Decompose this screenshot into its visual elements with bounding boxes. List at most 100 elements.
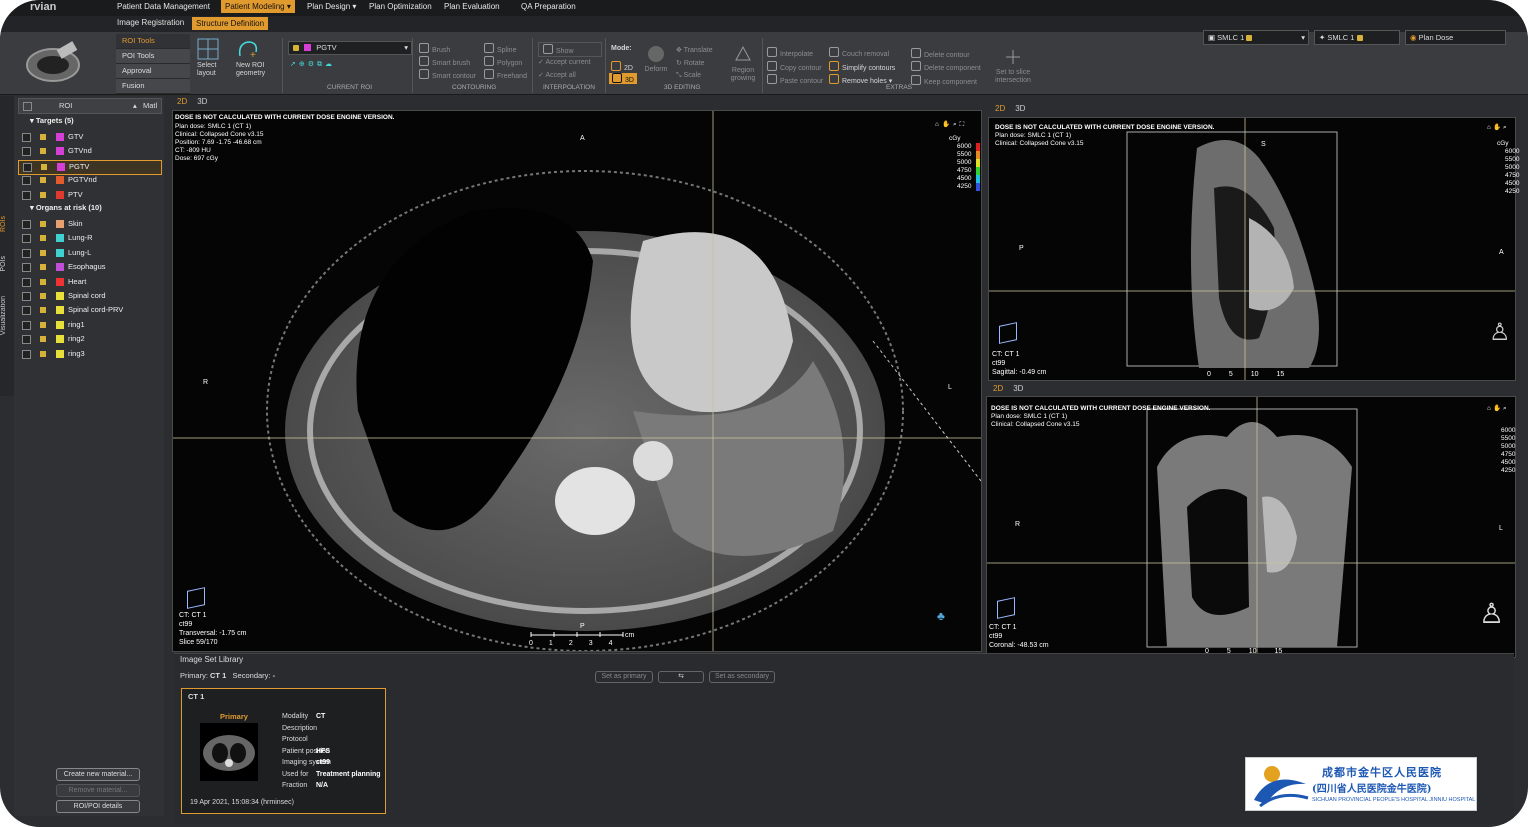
zoom-icon[interactable]: ⌕	[1503, 124, 1509, 131]
menu-poi-tools[interactable]: POI Tools	[116, 49, 190, 64]
visibility-checkbox[interactable]	[23, 162, 32, 172]
vtab-visualization[interactable]: Visualization	[0, 296, 14, 335]
menu-approval[interactable]: Approval	[116, 64, 190, 79]
vtab-pois[interactable]: POIs	[0, 256, 14, 272]
scale-button[interactable]: ⤡ Scale	[676, 72, 701, 80]
tab-2d[interactable]: 2D	[995, 104, 1005, 113]
visibility-checkbox[interactable]	[22, 220, 31, 229]
orientation-cube-icon[interactable]	[999, 322, 1017, 344]
region-growing-button[interactable]: Region growing	[728, 44, 758, 83]
lock-icon[interactable]	[40, 191, 46, 198]
tab-patient-modeling[interactable]: Patient Modeling ▾	[221, 0, 295, 13]
roi-row[interactable]: Spinal cord-PRV	[18, 304, 160, 317]
interpolate-button[interactable]: Interpolate	[767, 47, 813, 58]
lock-icon[interactable]	[40, 148, 46, 155]
coronal-viewport[interactable]: DOSE IS NOT CALCULATED WITH CURRENT DOSE…	[986, 396, 1516, 658]
visibility-checkbox[interactable]	[22, 190, 31, 200]
visibility-checkbox[interactable]	[22, 248, 31, 258]
sagittal-viewport[interactable]: DOSE IS NOT CALCULATED WITH CURRENT DOSE…	[988, 117, 1519, 381]
current-roi-select[interactable]: PGTV ▾	[288, 41, 412, 55]
tab-3d[interactable]: 3D	[197, 97, 207, 106]
tab-structure-definition[interactable]: Structure Definition	[192, 17, 269, 30]
delete-contour-button[interactable]: Delete contour	[911, 48, 970, 59]
set-as-primary-button[interactable]: Set as primary	[595, 671, 653, 683]
zoom-icon[interactable]: ⌕	[953, 121, 960, 128]
tab-qa-preparation[interactable]: QA Preparation	[521, 2, 576, 11]
roi-group-header[interactable]: ▾ Organs at risk (10)	[30, 203, 102, 212]
tab-3d[interactable]: 3D	[1013, 384, 1023, 393]
swap-icon[interactable]: ⇆	[658, 671, 704, 683]
interp-show-toggle[interactable]: Show	[538, 42, 602, 57]
lock-icon[interactable]	[40, 293, 46, 299]
roi-poi-details-button[interactable]: ROI/POI details	[56, 800, 140, 813]
remove-holes-button[interactable]: Remove holes ▾	[829, 74, 892, 85]
plan-dose-button[interactable]: ◉ Plan Dose	[1405, 30, 1506, 45]
translate-button[interactable]: ✥ Translate	[676, 46, 713, 54]
roi-column-header[interactable]: ROI	[59, 101, 72, 110]
sort-icon[interactable]: ▴	[133, 101, 137, 110]
fullscreen-icon[interactable]: ⛶	[960, 121, 968, 128]
accept-all-button[interactable]: ✓ Accept all	[538, 71, 576, 79]
simplify-contours-button[interactable]: Simplify contours	[829, 61, 895, 72]
visibility-checkbox[interactable]	[22, 263, 31, 273]
lock-icon[interactable]	[41, 163, 47, 170]
roi-row[interactable]: PTV	[18, 189, 160, 202]
set-as-secondary-button[interactable]: Set as secondary	[709, 671, 775, 683]
roi-row[interactable]: PGTVnd	[18, 174, 160, 187]
tab-image-registration[interactable]: Image Registration	[117, 18, 184, 27]
roi-row[interactable]: ring1	[18, 319, 160, 332]
lock-icon[interactable]	[40, 321, 46, 328]
keep-component-button[interactable]: Keep component	[911, 75, 977, 86]
tab-plan-evaluation[interactable]: Plan Evaluation	[444, 2, 500, 11]
roi-more-icon[interactable]: ☁	[325, 61, 335, 68]
smart-brush-tool[interactable]: Smart brush	[419, 56, 470, 67]
transversal-viewport[interactable]: DOSE IS NOT CALCULATED WITH CURRENT DOSE…	[172, 110, 982, 652]
visibility-checkbox[interactable]	[22, 147, 31, 157]
roi-row[interactable]: Spinal cord	[18, 290, 160, 303]
new-roi-geometry-button[interactable]: + New ROI geometry	[236, 38, 270, 78]
roi-row[interactable]: Lung-R	[18, 232, 160, 245]
deform-button[interactable]: Deform	[644, 44, 668, 73]
lock-icon[interactable]	[40, 307, 46, 314]
select-all-checkbox[interactable]	[23, 102, 32, 111]
polygon-tool[interactable]: Polygon	[484, 56, 522, 67]
delete-component-button[interactable]: Delete component	[911, 61, 981, 72]
roi-row[interactable]: Lung-L	[18, 247, 160, 260]
visibility-checkbox[interactable]	[22, 306, 31, 316]
roi-row[interactable]: PGTV	[18, 159, 162, 175]
roi-group-header[interactable]: ▾ Targets (5)	[30, 116, 74, 125]
home-icon[interactable]: ⌂	[935, 121, 942, 128]
remove-material-button[interactable]: Remove material...	[56, 784, 140, 797]
hand-icon[interactable]: ✋	[942, 121, 953, 128]
set-to-slice-intersection-button[interactable]: Set to slice intersection	[992, 48, 1034, 85]
lock-icon[interactable]	[40, 134, 46, 140]
select-layout-button[interactable]: Select layout	[197, 38, 223, 78]
mode-2d-option[interactable]: 2D	[611, 61, 633, 72]
plan-select-1[interactable]: ▣ SMLC 1 ▾	[1203, 30, 1309, 45]
roi-row[interactable]: Heart	[18, 276, 160, 289]
copy-contour-button[interactable]: Copy contour	[767, 61, 822, 72]
shapes-icon[interactable]: ⧉	[317, 61, 325, 68]
rotate-button[interactable]: ↻ Rotate	[676, 59, 704, 67]
matl-column-header[interactable]: Matl	[143, 101, 157, 110]
visibility-checkbox[interactable]	[22, 234, 31, 244]
visibility-checkbox[interactable]	[22, 335, 31, 345]
mode-3d-option[interactable]: 3D	[609, 73, 637, 84]
orientation-cube-icon[interactable]	[997, 597, 1015, 619]
visibility-checkbox[interactable]	[22, 133, 31, 142]
roi-row[interactable]: ring2	[18, 333, 160, 346]
orientation-cube-icon[interactable]	[187, 587, 205, 609]
roi-row[interactable]: GTVnd	[18, 145, 160, 158]
gear-icon[interactable]: ⚙	[308, 61, 317, 68]
tab-patient-data-management[interactable]: Patient Data Management	[117, 2, 210, 11]
lock-icon[interactable]	[40, 336, 46, 343]
hand-icon[interactable]: ✋	[1493, 124, 1503, 131]
roi-row[interactable]: ring3	[18, 348, 160, 361]
tab-3d[interactable]: 3D	[1015, 104, 1025, 113]
image-set-card[interactable]: CT 1 Primary Modality CT Description Protoc…	[181, 688, 386, 814]
visibility-checkbox[interactable]	[22, 176, 31, 186]
lock-icon[interactable]	[40, 278, 46, 285]
add-icon[interactable]: ⊕	[299, 61, 308, 68]
menu-fusion[interactable]: Fusion	[116, 79, 190, 94]
hand-icon[interactable]: ✋	[1493, 405, 1503, 412]
